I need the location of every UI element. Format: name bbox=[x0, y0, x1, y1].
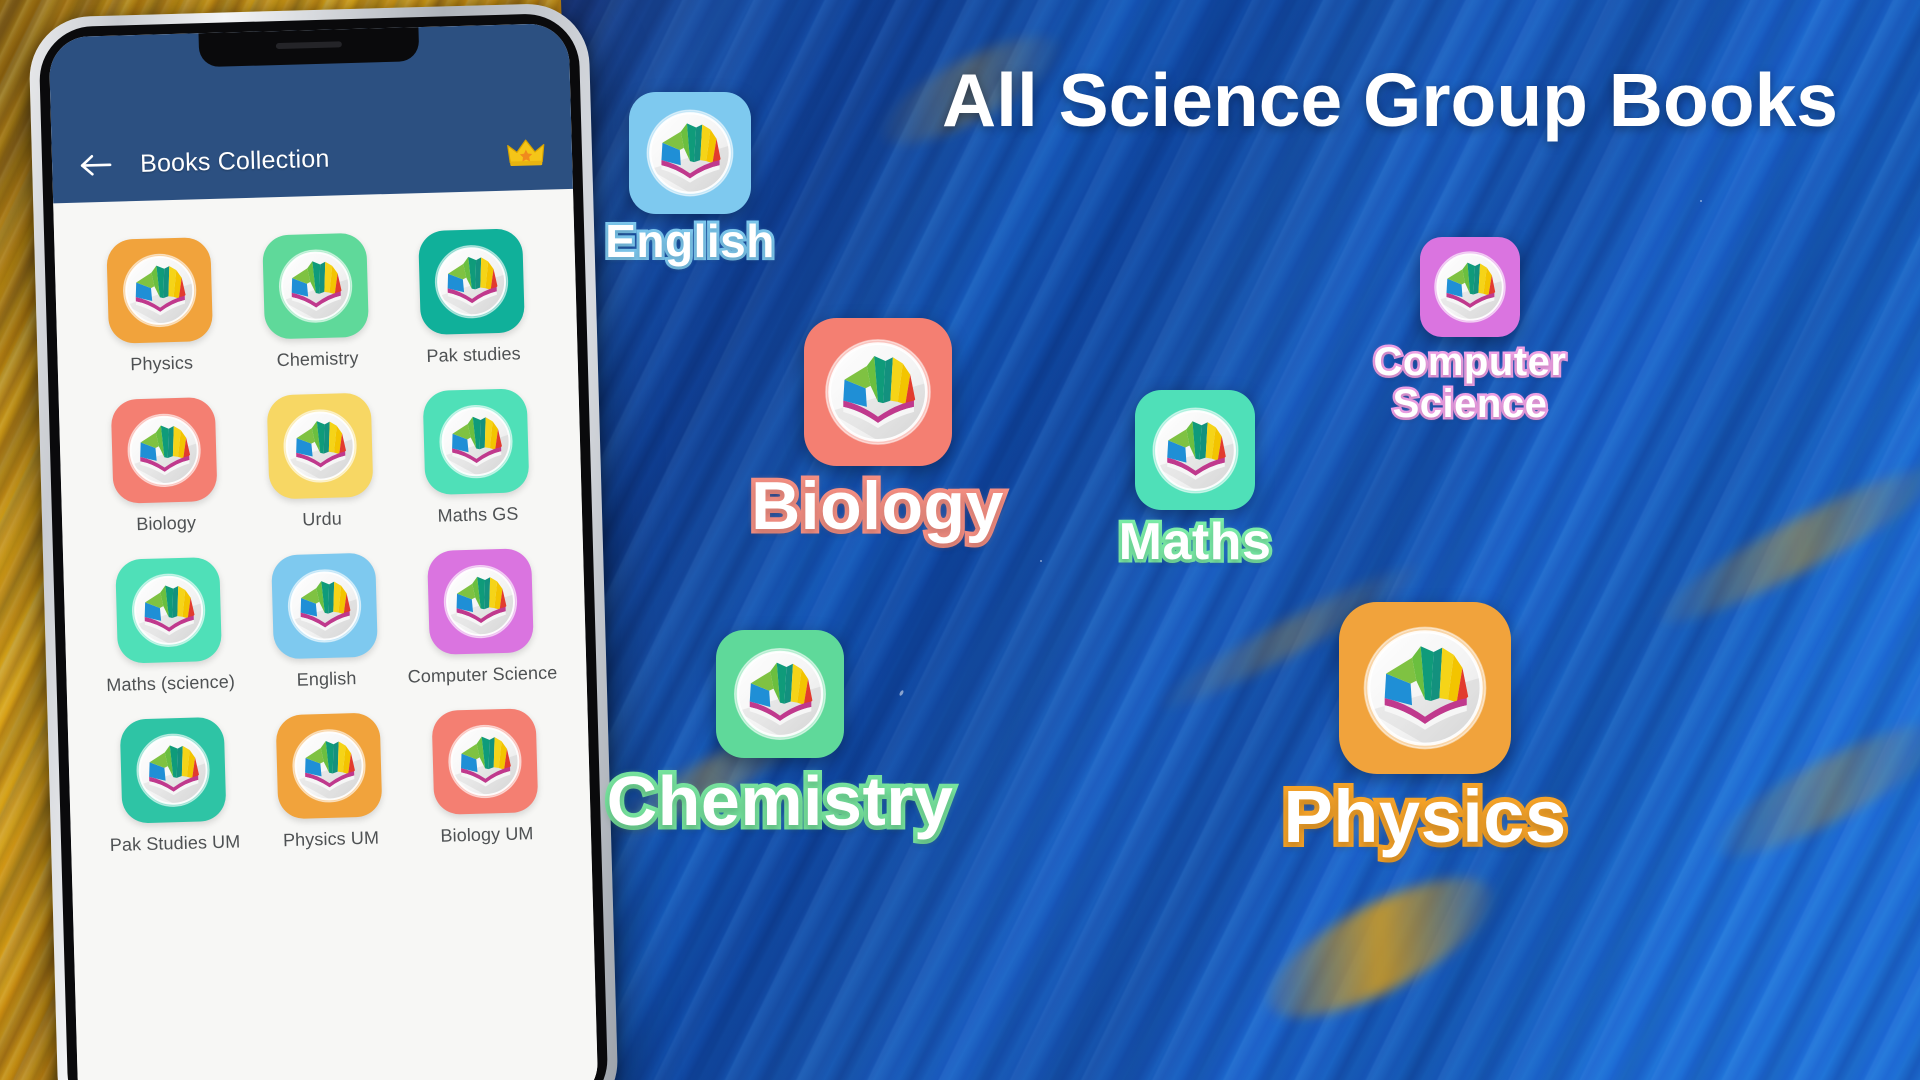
book-icon bbox=[427, 548, 534, 656]
back-arrow-icon[interactable] bbox=[78, 150, 115, 181]
book-tile[interactable]: English bbox=[245, 552, 405, 692]
book-tile[interactable]: Computer Science bbox=[401, 547, 561, 687]
book-tile[interactable]: Chemistry bbox=[236, 232, 396, 372]
promo-biology[interactable]: Biology bbox=[735, 318, 1020, 545]
promo-chemistry[interactable]: Chemistry bbox=[580, 630, 980, 841]
earpiece-speaker bbox=[275, 41, 342, 50]
phone-notch bbox=[198, 27, 420, 68]
phone-screen: Books Collection Physics Chemistry Pak s… bbox=[48, 22, 599, 1080]
promo-computer-science[interactable]: Computer Science bbox=[1355, 237, 1585, 428]
book-tile-label: Physics UM bbox=[282, 827, 380, 851]
book-icon bbox=[115, 556, 223, 664]
promo-maths[interactable]: Maths bbox=[1105, 390, 1285, 572]
promo-english[interactable]: English bbox=[600, 92, 780, 267]
book-icon bbox=[803, 318, 952, 466]
book-icon bbox=[1339, 602, 1511, 774]
book-tile[interactable]: Physics bbox=[80, 236, 240, 376]
page-title: All Science Group Books bbox=[941, 58, 1839, 142]
promo-label: Computer Science bbox=[1371, 339, 1568, 428]
book-icon bbox=[119, 716, 227, 824]
book-icon bbox=[271, 552, 378, 660]
book-tile-label: Chemistry bbox=[276, 347, 359, 371]
book-icon bbox=[1420, 237, 1520, 337]
book-tile[interactable]: Urdu bbox=[241, 392, 401, 532]
books-grid: Physics Chemistry Pak studies Biology Ur… bbox=[54, 207, 592, 857]
book-tile-label: Biology UM bbox=[440, 823, 534, 846]
book-icon bbox=[275, 712, 383, 820]
book-tile[interactable]: Biology bbox=[85, 396, 245, 536]
app-bar-title: Books Collection bbox=[139, 144, 330, 178]
book-tile-label: Computer Science bbox=[407, 662, 558, 687]
book-icon bbox=[266, 392, 374, 500]
book-tile[interactable]: Pak studies bbox=[392, 228, 552, 368]
book-icon bbox=[422, 388, 530, 496]
book-icon bbox=[106, 236, 214, 344]
book-tile-label: Physics bbox=[130, 352, 194, 375]
book-tile-label: Maths GS bbox=[437, 503, 519, 526]
books-grid-container: Physics Chemistry Pak studies Biology Ur… bbox=[53, 188, 599, 1080]
book-icon bbox=[716, 630, 844, 758]
promo-label: Physics bbox=[1278, 775, 1571, 859]
book-tile[interactable]: Maths (science) bbox=[89, 556, 249, 696]
book-tile-label: Pak studies bbox=[426, 343, 521, 367]
book-tile[interactable]: Biology UM bbox=[406, 707, 566, 847]
crown-icon[interactable] bbox=[506, 136, 547, 169]
book-icon bbox=[110, 396, 218, 504]
phone-mockup: Books Collection Physics Chemistry Pak s… bbox=[28, 2, 620, 1080]
book-icon bbox=[418, 228, 525, 336]
book-icon bbox=[629, 92, 751, 214]
promo-label: Biology bbox=[747, 468, 1008, 545]
book-tile[interactable]: Maths GS bbox=[397, 387, 557, 527]
book-icon bbox=[431, 708, 539, 815]
book-tile-label: Urdu bbox=[302, 508, 343, 530]
book-tile-label: Biology bbox=[136, 512, 197, 535]
promo-physics[interactable]: Physics bbox=[1270, 602, 1580, 859]
book-tile[interactable]: Pak Studies UM bbox=[94, 716, 254, 856]
promo-label: Maths bbox=[1115, 513, 1274, 572]
book-tile-label: English bbox=[296, 668, 357, 690]
book-icon bbox=[262, 232, 370, 340]
promo-label: English bbox=[602, 215, 777, 267]
book-icon bbox=[1135, 390, 1255, 510]
book-tile[interactable]: Physics UM bbox=[250, 712, 410, 852]
book-tile-label: Maths (science) bbox=[106, 671, 236, 696]
promo-label: Chemistry bbox=[602, 762, 957, 841]
book-tile-label: Pak Studies UM bbox=[109, 831, 241, 856]
